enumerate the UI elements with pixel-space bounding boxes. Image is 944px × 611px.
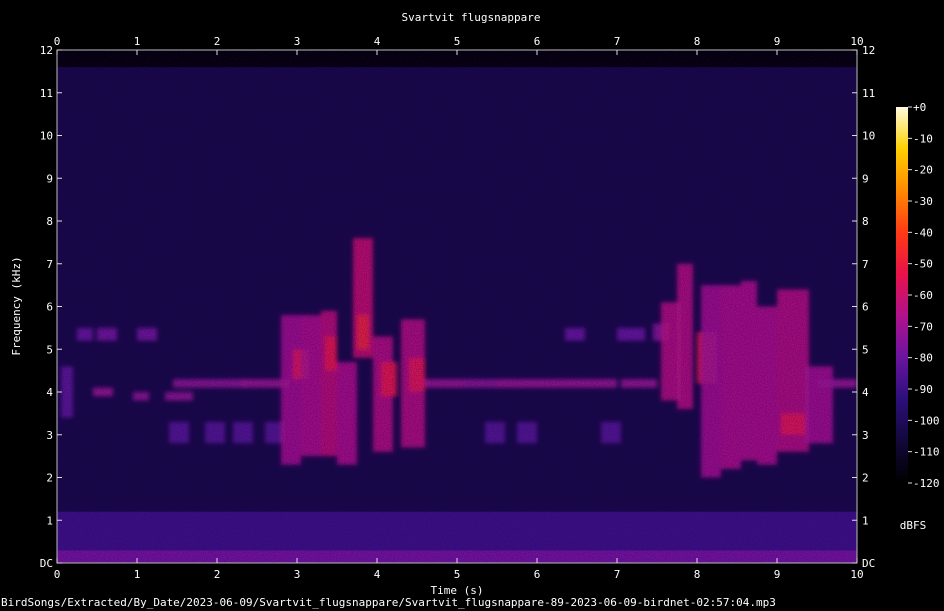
- y-tick-label: 11: [862, 87, 875, 100]
- colorbar-tick-label: +0: [913, 101, 926, 114]
- y-tick-label: 1: [46, 514, 53, 527]
- y-tick-label: 8: [46, 215, 53, 228]
- colorbar-tick-label: -120: [913, 477, 940, 490]
- colorbar-tick-label: -80: [913, 352, 933, 365]
- colorbar-tick-label: -50: [913, 258, 933, 271]
- y-tick-label: 3: [862, 429, 869, 442]
- chart-title: Svartvit flugsnappare: [401, 11, 540, 24]
- y-tick-label: 4: [46, 386, 53, 399]
- x-tick-label: 7: [614, 568, 621, 581]
- y-tick-label: 12: [40, 44, 53, 57]
- y-tick-label: 7: [46, 258, 53, 271]
- y-tick-label: 2: [862, 472, 869, 485]
- y-tick-label: 5: [862, 343, 869, 356]
- y-tick-label: 10: [40, 130, 53, 143]
- x-tick-label: 5: [454, 568, 461, 581]
- colorbar: +0 -10 -20 -30 -40 -50 -60 -70 -80 -90 -100 -110 -12…: [896, 101, 940, 532]
- colorbar-tick-label: -20: [913, 164, 933, 177]
- x-tick-label: 9: [774, 568, 781, 581]
- colorbar-tick-label: -70: [913, 320, 933, 333]
- noise-texture: [57, 50, 857, 563]
- x-tick-label: 9: [774, 35, 781, 48]
- x-tick-label: 4: [374, 568, 381, 581]
- x-tick-label: 6: [534, 568, 541, 581]
- x-tick-label: 8: [694, 568, 701, 581]
- y-tick-label: 1: [862, 514, 869, 527]
- x-axis-label: Time (s): [431, 584, 484, 596]
- y-tick-label: 4: [862, 386, 869, 399]
- x-tick-label: 5: [454, 35, 461, 48]
- x-tick-label: 3: [294, 568, 301, 581]
- x-tick-label: 6: [534, 35, 541, 48]
- y-tick-label: 8: [862, 215, 869, 228]
- spectrogram-chart: Svartvit flugsnappare 0 1 2 3 4 5 6 7 8 9 10 01234…: [10, 11, 940, 597]
- x-tick-label: 7: [614, 35, 621, 48]
- y-tick-label: DC: [40, 557, 53, 570]
- y-tick-label: DC: [862, 557, 875, 570]
- spectrogram-heatmap: [57, 50, 857, 563]
- x-tick-label: 0: [54, 568, 61, 581]
- y-tick-label: 3: [46, 429, 53, 442]
- y-tick-label: 9: [862, 172, 869, 185]
- y-tick-label: 9: [46, 172, 53, 185]
- y-axis-label: Frequency (kHz): [10, 256, 23, 355]
- colorbar-ticks: +0 -10 -20 -30 -40 -50 -60 -70 -80 -90 -100 -110 -12…: [908, 101, 940, 490]
- colorbar-tick-label: -10: [913, 132, 933, 145]
- x-tick-label: 2: [214, 35, 221, 48]
- x-tick-label: 3: [294, 35, 301, 48]
- colorbar-tick-label: -40: [913, 226, 933, 239]
- colorbar-label: dBFS: [900, 519, 927, 532]
- colorbar-tick-label: -100: [913, 414, 940, 427]
- y-tick-label: 6: [46, 301, 53, 314]
- x-tick-label: 2: [214, 568, 221, 581]
- colorbar-ramp: [896, 107, 908, 483]
- y-tick-label: 5: [46, 343, 53, 356]
- colorbar-tick-label: -110: [913, 446, 940, 459]
- y-tick-label: 6: [862, 301, 869, 314]
- y-tick-label: 7: [862, 258, 869, 271]
- file-path-caption: BirdSongs/Extracted/By_Date/2023-06-09/S…: [1, 596, 776, 609]
- spectrogram-figure: Svartvit flugsnappare 0 1 2 3 4 5 6 7 8 9 10 01234…: [0, 0, 944, 611]
- y-tick-label: 11: [40, 87, 53, 100]
- colorbar-tick-label: -60: [913, 289, 933, 302]
- x-tick-label: 0: [54, 35, 61, 48]
- x-tick-label: 8: [694, 35, 701, 48]
- y-tick-label: 10: [862, 130, 875, 143]
- x-tick-label: 1: [134, 35, 141, 48]
- x-tick-label: 4: [374, 35, 381, 48]
- colorbar-tick-label: -90: [913, 383, 933, 396]
- x-tick-label: 1: [134, 568, 141, 581]
- y-tick-label: 2: [46, 472, 53, 485]
- y-tick-label: 12: [862, 44, 875, 57]
- colorbar-tick-label: -30: [913, 195, 933, 208]
